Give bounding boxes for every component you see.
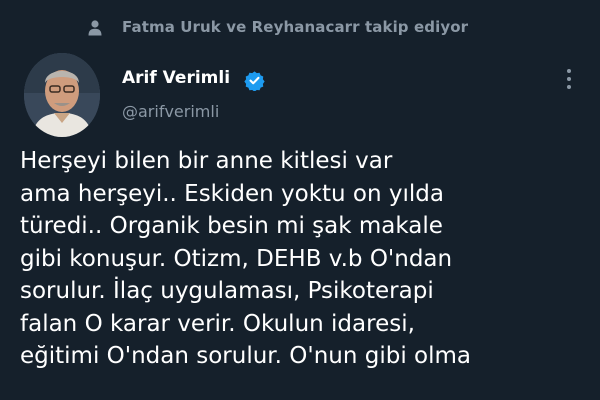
person-icon — [88, 20, 102, 36]
avatar[interactable] — [24, 53, 100, 137]
tweet-text-line: gibi konuşur. Otizm, DEHB v.b O'ndan — [20, 245, 453, 272]
avatar-image — [24, 53, 100, 137]
author-name[interactable]: Arif Verimli — [122, 68, 230, 88]
tweet-text-line: sorulur. İlaç uygulaması, Psikoterapi — [20, 278, 434, 304]
tweet-text-line: eğitimi O'ndan sorulur. O'nun gibi olma — [20, 343, 471, 369]
social-context-text[interactable]: Fatma Uruk ve Reyhanacarr takip ediyor — [122, 18, 468, 36]
tweet-text-line: ama herşeyi.. Eskiden yoktu on yılda — [20, 180, 444, 207]
more-options-icon[interactable] — [566, 68, 572, 90]
tweet-text-line: türedi.. Organik besin mi şak makale — [20, 213, 443, 239]
tweet-text-line: Herşeyi bilen bir anne kitlesi var — [20, 148, 393, 174]
tweet-text: Herşeyi bilen bir anne kitlesi var ama h… — [20, 145, 595, 373]
author-handle[interactable]: @arifverimli — [122, 102, 219, 121]
verified-badge-icon — [244, 71, 265, 91]
tweet-text-line: falan O karar verir. Okulun idaresi, — [20, 310, 415, 337]
